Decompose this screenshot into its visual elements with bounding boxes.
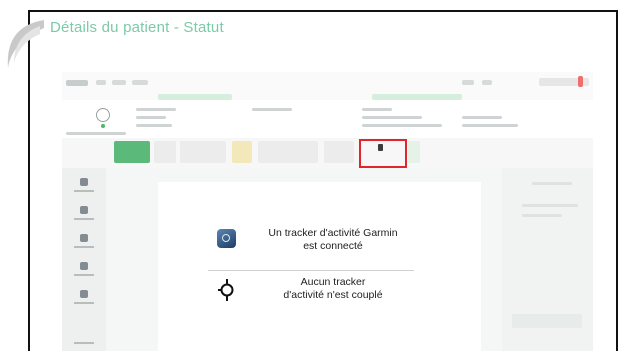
patient-field: [136, 116, 166, 119]
panel-line: [532, 182, 572, 185]
menu-tab[interactable]: [482, 80, 492, 85]
menu-tab[interactable]: [132, 80, 148, 85]
sidebar-label: [74, 218, 94, 220]
app-screenshot: Un tracker d'activité Garmin est connect…: [62, 72, 593, 351]
patient-name: [66, 132, 126, 135]
app-topbar: [62, 72, 593, 100]
slide: Détails du patient - Statut Un tracker d…: [0, 0, 618, 351]
slide-title: Détails du patient - Statut: [50, 19, 224, 36]
toolbar-button[interactable]: [114, 141, 150, 163]
patient-field: [136, 124, 172, 127]
patient-field: [362, 116, 422, 119]
sidebar: [62, 168, 106, 351]
unpaired-status-line1: Aucun tracker: [300, 276, 366, 288]
toolbar-button[interactable]: [408, 141, 420, 163]
patient-field: [362, 108, 392, 111]
sidebar-icon[interactable]: [80, 290, 88, 298]
sidebar-label: [74, 342, 94, 344]
toolbar-button[interactable]: [180, 141, 226, 163]
divider: [208, 270, 414, 271]
sidebar-icon[interactable]: [80, 234, 88, 242]
panel-box: [512, 314, 582, 328]
patient-header: [62, 100, 593, 138]
patient-field: [252, 108, 292, 111]
patient-field: [362, 124, 442, 127]
toolbar-button[interactable]: [154, 141, 176, 163]
garmin-status-line2: est connecté: [303, 240, 363, 252]
patient-field: [136, 108, 176, 111]
sidebar-label: [74, 274, 94, 276]
sidebar-label: [74, 190, 94, 192]
right-panel: [502, 168, 593, 351]
menu-tab[interactable]: [462, 80, 474, 85]
activity-tracker-highlight: [359, 139, 407, 168]
toolbar-button[interactable]: [324, 141, 354, 163]
tracker-status-dialog: Un tracker d'activité Garmin est connect…: [158, 182, 481, 351]
toolbar-button[interactable]: [258, 141, 318, 163]
panel-line: [522, 204, 578, 207]
slide-frame-top: [30, 10, 618, 12]
app-logo: [66, 80, 88, 86]
status-toolbar: [62, 138, 593, 168]
swoosh-decoration-icon: [7, 20, 44, 68]
menu-tab[interactable]: [96, 80, 106, 85]
sidebar-icon[interactable]: [80, 178, 88, 186]
patient-field: [462, 124, 518, 127]
sidebar-icon[interactable]: [80, 262, 88, 270]
garmin-status-line1: Un tracker d'activité Garmin: [268, 227, 398, 239]
panel-line: [522, 214, 562, 217]
unlinked-device-icon: [218, 279, 234, 301]
sidebar-label: [74, 302, 94, 304]
status-dot: [101, 124, 105, 128]
menu-tab[interactable]: [112, 80, 126, 85]
sidebar-label: [74, 246, 94, 248]
alert-icon[interactable]: [578, 76, 583, 87]
garmin-watch-icon: [217, 229, 236, 248]
unpaired-status-line2: d'activité n'est couplé: [283, 289, 383, 301]
avatar: [96, 108, 110, 122]
toolbar-button[interactable]: [232, 141, 252, 163]
sidebar-icon[interactable]: [80, 206, 88, 214]
patient-field: [462, 116, 502, 119]
